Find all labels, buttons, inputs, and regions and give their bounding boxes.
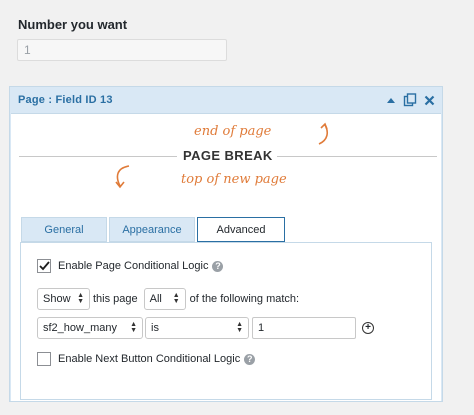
divider-right: [277, 156, 437, 157]
top-of-new-page-annotation: top of new page: [181, 172, 287, 187]
page-break-panel: Page : Field ID 13 end of page PAGE BREA…: [9, 86, 443, 402]
help-icon[interactable]: ?: [244, 353, 256, 365]
add-rule-plus-icon[interactable]: +: [362, 322, 374, 334]
next-button-label: Enable Next Button Conditional Logic: [58, 353, 241, 365]
select-caret-icon: ▲ ▼: [77, 292, 84, 305]
tab-appearance[interactable]: Appearance: [109, 217, 195, 242]
advanced-tab-content: Enable Page Conditional Logic ? Show ▲ ▼ …: [20, 242, 432, 400]
rule-operator-value: is: [151, 322, 159, 334]
page-break-title: PAGE BREAK: [183, 148, 273, 163]
rule-value-input[interactable]: 1: [252, 317, 356, 339]
rule-field-select[interactable]: sf2_how_many ▲ ▼: [37, 317, 143, 339]
conditional-action-row: Show ▲ ▼ this page All ▲ ▼ of the followin…: [37, 288, 299, 310]
next-button-logic-row: Enable Next Button Conditional Logic ?: [37, 352, 256, 366]
match-select[interactable]: All ▲ ▼: [143, 288, 186, 310]
tab-general[interactable]: General: [21, 217, 107, 242]
number-field-label: Number you want: [18, 17, 128, 32]
collapse-arrow-icon[interactable]: [384, 93, 398, 107]
this-page-text: this page: [93, 293, 138, 305]
action-select[interactable]: Show ▲ ▼: [37, 288, 90, 310]
curved-arrow-down-icon: [115, 165, 130, 189]
match-select-value: All: [149, 293, 162, 305]
page-conditional-logic-row: Enable Page Conditional Logic ?: [37, 259, 224, 273]
help-icon[interactable]: ?: [212, 260, 224, 272]
select-caret-icon: ▲ ▼: [130, 321, 137, 334]
next-button-checkbox[interactable]: [37, 352, 51, 366]
rule-field-value: sf2_how_many: [43, 322, 117, 334]
match-text: of the following match:: [189, 293, 300, 305]
curved-arrow-up-icon: [318, 122, 329, 145]
number-field-input[interactable]: 1: [17, 39, 227, 61]
end-of-page-annotation: end of page: [194, 124, 272, 139]
settings-tabs: General Appearance Advanced: [21, 217, 287, 242]
tab-advanced[interactable]: Advanced: [197, 217, 285, 242]
rule-operator-select[interactable]: is ▲ ▼: [145, 317, 249, 339]
conditional-rule-row: sf2_how_many ▲ ▼ is ▲ ▼ 1 +: [37, 317, 374, 339]
delete-icon[interactable]: [422, 93, 436, 107]
select-caret-icon: ▲ ▼: [236, 321, 243, 334]
page-conditional-label: Enable Page Conditional Logic: [58, 260, 209, 272]
panel-header[interactable]: Page : Field ID 13: [10, 87, 442, 113]
duplicate-icon[interactable]: [403, 93, 417, 107]
page-conditional-checkbox[interactable]: [37, 259, 51, 273]
divider-left: [19, 156, 177, 157]
panel-body: end of page PAGE BREAK top of new page G…: [11, 113, 441, 401]
select-caret-icon: ▲ ▼: [172, 292, 180, 305]
panel-title: Page : Field ID 13: [18, 94, 113, 106]
action-select-value: Show: [43, 293, 71, 305]
